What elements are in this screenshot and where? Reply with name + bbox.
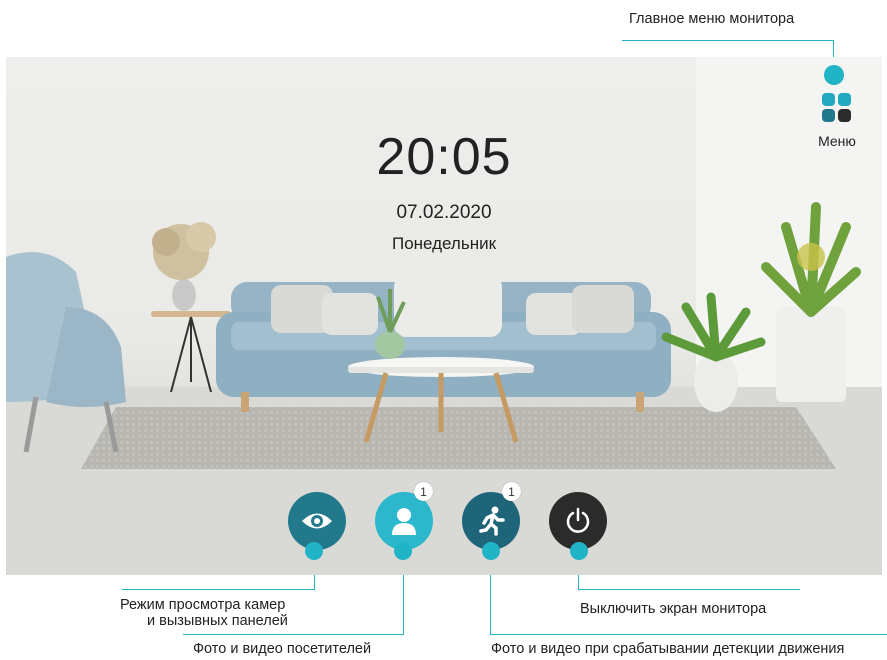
power-leader-v xyxy=(578,575,579,589)
camera-view-caption-line2: и вызывных панелей xyxy=(147,613,288,629)
clock-time: 20:05 xyxy=(376,128,512,186)
main-menu-leader-h xyxy=(622,40,834,41)
power-marker xyxy=(570,542,588,560)
eye-icon xyxy=(302,513,332,529)
camera-view-leader-v xyxy=(314,575,315,589)
motion-leader-v xyxy=(490,575,491,635)
clock-date: 07.02.2020 xyxy=(396,202,492,223)
grid-menu-icon xyxy=(822,93,851,122)
visitors-marker xyxy=(394,542,412,560)
camera-view-caption-line1: Режим просмотра камер xyxy=(120,597,286,613)
visitors-badge: 1 xyxy=(414,482,433,501)
camera-view-leader-h xyxy=(122,589,315,590)
main-menu-annotation: Главное меню монитора xyxy=(629,11,795,27)
motion-marker xyxy=(482,542,500,560)
visitors-leader-h xyxy=(183,634,404,635)
running-man-icon xyxy=(479,506,505,536)
screen-off-caption: Выключить экран монитора xyxy=(580,601,767,617)
menu-label: Меню xyxy=(818,133,856,149)
motion-badge: 1 xyxy=(502,482,521,501)
camera-view-button[interactable] xyxy=(288,492,346,550)
person-icon xyxy=(392,508,416,535)
monitor-screen: 20:05 07.02.2020 Понедельник Меню 1 1 xyxy=(6,57,882,575)
motion-leader-h xyxy=(490,634,887,635)
power-leader-h xyxy=(578,589,800,590)
main-menu-marker xyxy=(824,65,844,85)
camera-view-marker xyxy=(305,542,323,560)
clock-weekday: Понедельник xyxy=(391,234,497,253)
visitors-leader-v xyxy=(403,575,404,635)
motion-caption: Фото и видео при срабатывании детекции д… xyxy=(491,641,845,657)
visitors-caption: Фото и видео посетителей xyxy=(193,641,372,657)
power-icon xyxy=(566,507,590,533)
